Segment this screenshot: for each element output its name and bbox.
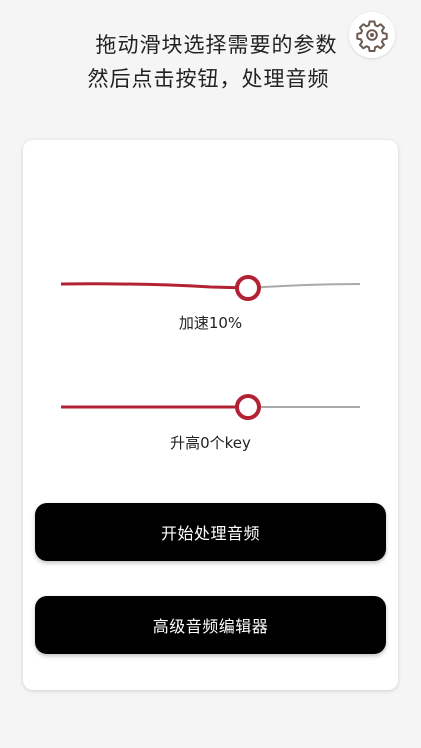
process-audio-button[interactable]: 开始处理音频	[35, 503, 386, 561]
pitch-slider[interactable]	[61, 392, 360, 422]
speed-slider-thumb[interactable]	[235, 275, 261, 301]
speed-slider[interactable]	[60, 273, 361, 303]
pitch-slider-label: 升高0个key	[170, 434, 251, 452]
speed-slider-track-inactive	[247, 283, 361, 289]
pitch-slider-thumb[interactable]	[235, 394, 261, 420]
speed-slider-track-active	[60, 282, 249, 290]
advanced-editor-button[interactable]: 高级音频编辑器	[35, 596, 386, 654]
gear-icon	[356, 20, 388, 52]
speed-slider-label: 加速10%	[178, 314, 243, 332]
instructions-line-2: 然后点击按钮，处理音频	[87, 67, 330, 91]
settings-button[interactable]	[349, 12, 395, 58]
